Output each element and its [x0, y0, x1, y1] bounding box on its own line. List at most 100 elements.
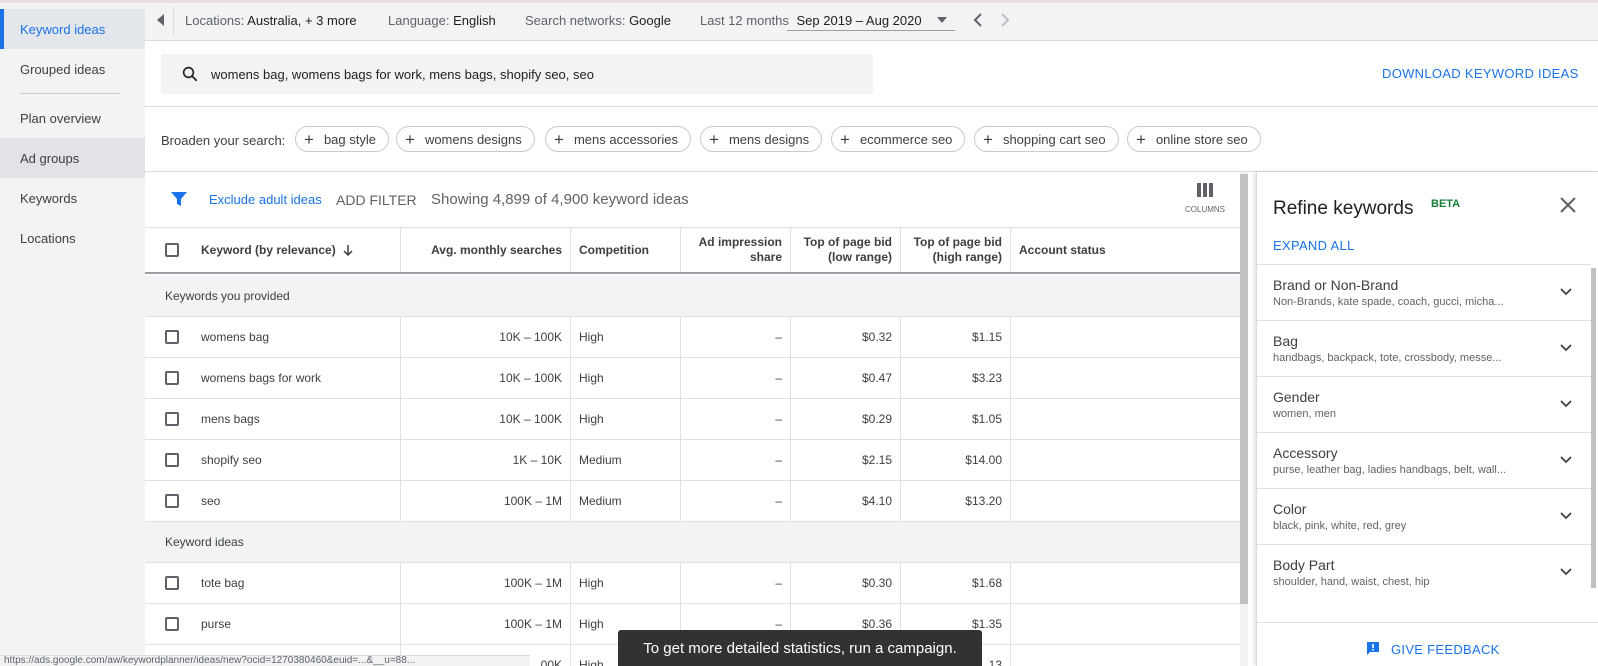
- high-cell: $1.15: [901, 317, 1011, 357]
- refine-category-values: shoulder, hand, waist, chest, hip: [1273, 576, 1430, 588]
- table-row[interactable]: womens bags for work 10K – 100K High – $0.47…: [145, 358, 1248, 399]
- sidebar-item-ad-groups[interactable]: Ad groups: [0, 138, 145, 178]
- date-dropdown-icon[interactable]: [936, 16, 948, 24]
- broaden-chip[interactable]: + womens designs: [396, 126, 535, 152]
- table-row[interactable]: shopify seo 1K – 10K Medium – $2.15 $14.00: [145, 440, 1248, 481]
- searches-cell: 10K – 100K: [401, 399, 571, 439]
- table-scrollbar[interactable]: [1240, 172, 1248, 666]
- broaden-chip[interactable]: + shopping cart seo: [974, 126, 1119, 152]
- broaden-chip[interactable]: + ecommerce seo: [831, 126, 966, 152]
- exclude-adult-ideas-filter[interactable]: Exclude adult ideas: [209, 192, 322, 207]
- refine-category[interactable]: Bag handbags, backpack, tote, crossbody, …: [1257, 320, 1591, 377]
- refine-category[interactable]: Gender women, men: [1257, 376, 1591, 433]
- table-row[interactable]: tote bag 100K – 1M High – $0.30 $1.68: [145, 563, 1248, 604]
- refine-category[interactable]: Brand or Non-Brand Non-Brands, kate spade…: [1257, 264, 1591, 321]
- keyword-search-field[interactable]: womens bag, womens bags for work, mens b…: [161, 54, 873, 94]
- refine-category[interactable]: Body Part shoulder, hand, waist, chest, h…: [1257, 544, 1591, 601]
- status-cell: [1011, 604, 1248, 644]
- refine-category[interactable]: Color black, pink, white, red, grey: [1257, 488, 1591, 545]
- searches-cell: 100K – 1M: [401, 604, 571, 644]
- low-cell: $4.10: [791, 481, 901, 521]
- account-status-column-header[interactable]: Account status: [1011, 228, 1248, 272]
- previous-period-icon[interactable]: [973, 13, 983, 27]
- plus-icon: +: [709, 129, 719, 149]
- campaign-toast: To get more detailed statistics, run a c…: [618, 630, 982, 666]
- date-range-setting[interactable]: Last 12 months Sep 2019 – Aug 2020: [700, 13, 922, 28]
- collapse-left-icon[interactable]: [155, 13, 167, 27]
- plus-icon: +: [554, 129, 564, 149]
- group-keywords-provided: Keywords you provided: [145, 276, 1248, 317]
- impression-header-line2: share: [749, 250, 782, 264]
- low-cell: $2.15: [791, 440, 901, 480]
- chip-label: mens designs: [728, 131, 810, 147]
- give-feedback-button[interactable]: GIVE FEEDBACK: [1365, 641, 1500, 657]
- keyword-column-header[interactable]: Keyword (by relevance): [145, 228, 401, 272]
- columns-label: COLUMNS: [1185, 205, 1226, 214]
- bid-high-header-line1: Top of page bid: [913, 235, 1002, 249]
- chevron-down-icon: [1560, 400, 1572, 408]
- table-row[interactable]: womens bag 10K – 100K High – $0.32 $1.15: [145, 317, 1248, 358]
- next-period-icon[interactable]: [1000, 13, 1010, 27]
- impression-cell: –: [681, 563, 791, 603]
- table-row[interactable]: seo 100K – 1M Medium – $4.10 $13.20: [145, 481, 1248, 522]
- broaden-chip[interactable]: + mens designs: [700, 126, 823, 152]
- bid-low-column-header[interactable]: Top of page bid (low range): [791, 228, 901, 272]
- refine-scrollbar[interactable]: [1591, 268, 1596, 588]
- broaden-chip[interactable]: + online store seo: [1127, 126, 1261, 152]
- close-icon[interactable]: [1557, 194, 1579, 216]
- search-networks-setting[interactable]: Search networks: Google: [525, 13, 671, 28]
- sidebar-item-keyword-ideas[interactable]: Keyword ideas: [0, 9, 145, 49]
- broaden-chip[interactable]: + bag style: [295, 126, 389, 152]
- refine-category[interactable]: Accessory purse, leather bag, ladies hand…: [1257, 432, 1591, 489]
- chevron-down-icon: [1560, 344, 1572, 352]
- sidebar-item-keywords[interactable]: Keywords: [0, 178, 145, 218]
- language-value: English: [453, 13, 496, 28]
- chevron-down-icon: [1560, 456, 1572, 464]
- chip-label: online store seo: [1155, 131, 1248, 147]
- sidebar-item-locations[interactable]: Locations: [0, 218, 145, 258]
- competition-cell: Medium: [571, 481, 681, 521]
- refine-category-values: purse, leather bag, ladies handbags, bel…: [1273, 464, 1506, 476]
- sidebar-item-plan-overview[interactable]: Plan overview: [0, 98, 145, 138]
- impression-cell: –: [681, 440, 791, 480]
- high-cell: $13.20: [901, 481, 1011, 521]
- sort-down-icon[interactable]: [342, 244, 354, 256]
- feedback-divider: [1257, 622, 1598, 623]
- expand-all-button[interactable]: EXPAND ALL: [1273, 238, 1355, 253]
- add-filter-button[interactable]: ADD FILTER: [336, 192, 417, 208]
- locations-setting[interactable]: Locations: Australia, + 3 more: [185, 13, 357, 28]
- refine-category-title: Gender: [1273, 389, 1320, 405]
- filter-row: Exclude adult ideas ADD FILTER Showing 4…: [145, 172, 1248, 228]
- select-all-checkbox[interactable]: [165, 243, 179, 257]
- high-cell: $1.05: [901, 399, 1011, 439]
- refine-keywords-panel: Refine keywords BETA EXPAND ALL Brand or…: [1256, 172, 1598, 666]
- refine-category-title: Body Part: [1273, 557, 1335, 573]
- columns-button[interactable]: COLUMNS: [1185, 182, 1225, 214]
- topbar-top-border: [145, 0, 1598, 3]
- searches-cell: 1K – 10K: [401, 440, 571, 480]
- refine-category-title: Bag: [1273, 333, 1298, 349]
- download-keyword-ideas-button[interactable]: DOWNLOAD KEYWORD IDEAS: [1382, 66, 1579, 81]
- broaden-chip[interactable]: + mens accessories: [545, 126, 691, 152]
- filter-icon[interactable]: [170, 190, 188, 208]
- table-scrollbar-thumb[interactable]: [1240, 174, 1248, 604]
- status-cell: [1011, 399, 1248, 439]
- high-cell: $3.23: [901, 358, 1011, 398]
- table-row[interactable]: mens bags 10K – 100K High – $0.29 $1.05: [145, 399, 1248, 440]
- language-setting[interactable]: Language: English: [388, 13, 496, 28]
- status-bar-url: https://ads.google.com/aw/keywordplanner…: [0, 655, 530, 666]
- plus-icon: +: [405, 129, 415, 149]
- sidebar-item-grouped-ideas[interactable]: Grouped ideas: [0, 49, 145, 89]
- bid-high-column-header[interactable]: Top of page bid (high range): [901, 228, 1011, 272]
- locations-label: Locations:: [185, 13, 245, 28]
- bid-low-header-line1: Top of page bid: [803, 235, 892, 249]
- chevron-down-icon: [1560, 568, 1572, 576]
- broaden-search-row: Broaden your search: + bag style + womens …: [145, 106, 1598, 172]
- language-label: Language:: [388, 13, 450, 28]
- competition-column-header[interactable]: Competition: [571, 228, 681, 272]
- competition-cell: High: [571, 563, 681, 603]
- status-cell: [1011, 440, 1248, 480]
- searches-column-header[interactable]: Avg. monthly searches: [401, 228, 571, 272]
- impression-share-column-header[interactable]: Ad impression share: [681, 228, 791, 272]
- keyword-cell: shopify seo: [145, 440, 401, 480]
